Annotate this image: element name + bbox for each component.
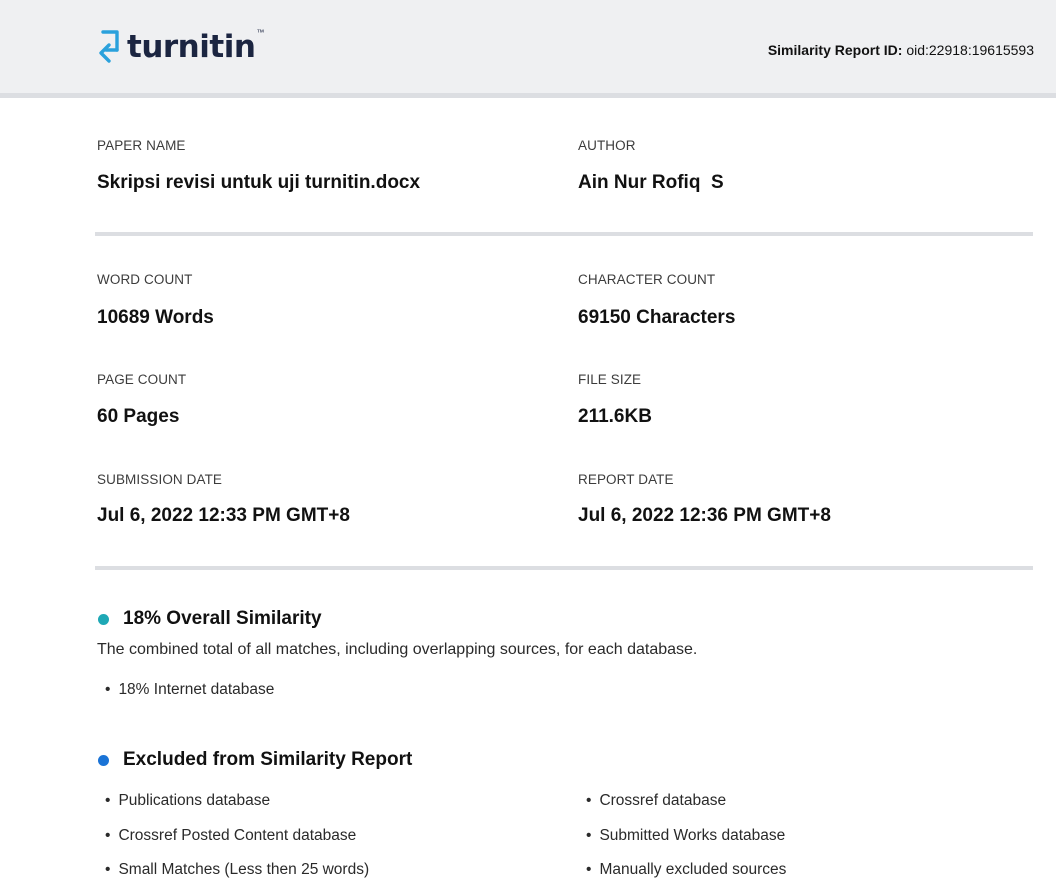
author-label: AUTHOR <box>578 138 636 153</box>
page-count-label: PAGE COUNT <box>97 372 187 387</box>
similarity-description: The combined total of all matches, inclu… <box>97 641 698 658</box>
character-count-label: CHARACTER COUNT <box>578 272 716 287</box>
similarity-report-id: Similarity Report ID: oid:22918:19615593 <box>768 42 1034 58</box>
turnitin-logo: turnitin ™ <box>95 22 264 72</box>
bullet-icon: • <box>586 861 592 878</box>
turnitin-logo-icon <box>99 30 119 63</box>
paper-name-label: PAPER NAME <box>97 138 186 153</box>
list-item: • Submitted Works database <box>586 827 785 845</box>
report-id-value: oid:22918:19615593 <box>906 42 1034 58</box>
divider <box>95 232 1033 236</box>
excluded-title: Excluded from Similarity Report <box>98 749 412 771</box>
list-item-text: Manually excluded sources <box>599 861 787 878</box>
file-size-label: FILE SIZE <box>578 372 642 387</box>
author-value: Ain Nur Rofiq S <box>578 172 724 193</box>
excluded-title-text: Excluded from Similarity Report <box>123 749 413 770</box>
list-item: • Small Matches (Less then 25 words) <box>105 861 369 879</box>
bullet-icon: • <box>105 861 111 878</box>
bullet-icon: • <box>105 827 111 844</box>
word-count-value: 10689 Words <box>97 307 214 328</box>
similarity-dot-icon <box>98 613 109 625</box>
logo-trademark: ™ <box>256 28 265 37</box>
overall-similarity-title: 18% Overall Similarity <box>98 608 322 630</box>
report-date-value: Jul 6, 2022 12:36 PM GMT+8 <box>578 505 831 526</box>
list-item-text: Crossref database <box>599 792 727 809</box>
report-id-label: Similarity Report ID: <box>767 42 903 58</box>
submission-date-label: SUBMISSION DATE <box>97 472 223 487</box>
submission-date-value: Jul 6, 2022 12:33 PM GMT+8 <box>97 505 350 526</box>
list-item: • Crossref database <box>586 792 726 810</box>
bullet-icon: • <box>105 681 111 698</box>
file-size-value: 211.6KB <box>578 406 652 427</box>
excluded-dot-icon <box>98 754 109 766</box>
list-item: • Publications database <box>105 792 270 810</box>
page-count-value: 60 Pages <box>97 406 180 427</box>
divider <box>95 566 1033 570</box>
character-count-value: 69150 Characters <box>578 307 736 328</box>
overall-similarity-text: 18% Overall Similarity <box>123 608 322 629</box>
report-date-label: REPORT DATE <box>578 472 674 487</box>
list-item-text: 18% Internet database <box>118 681 275 698</box>
bullet-icon: • <box>586 792 592 809</box>
bullet-icon: • <box>586 827 592 844</box>
list-item-text: Crossref Posted Content database <box>118 827 357 844</box>
logo-wordmark: turnitin <box>127 29 256 65</box>
report-header: turnitin ™ Similarity Report ID: oid:229… <box>0 0 1056 98</box>
list-item: • Crossref Posted Content database <box>105 827 356 845</box>
list-item: • 18% Internet database <box>105 681 274 699</box>
list-item-text: Submitted Works database <box>599 827 786 844</box>
word-count-label: WORD COUNT <box>97 272 193 287</box>
bullet-icon: • <box>105 792 111 809</box>
list-item-text: Publications database <box>118 792 271 809</box>
paper-name-value: Skripsi revisi untuk uji turnitin.docx <box>97 172 421 193</box>
list-item-text: Small Matches (Less then 25 words) <box>118 861 370 878</box>
list-item: • Manually excluded sources <box>586 861 786 879</box>
